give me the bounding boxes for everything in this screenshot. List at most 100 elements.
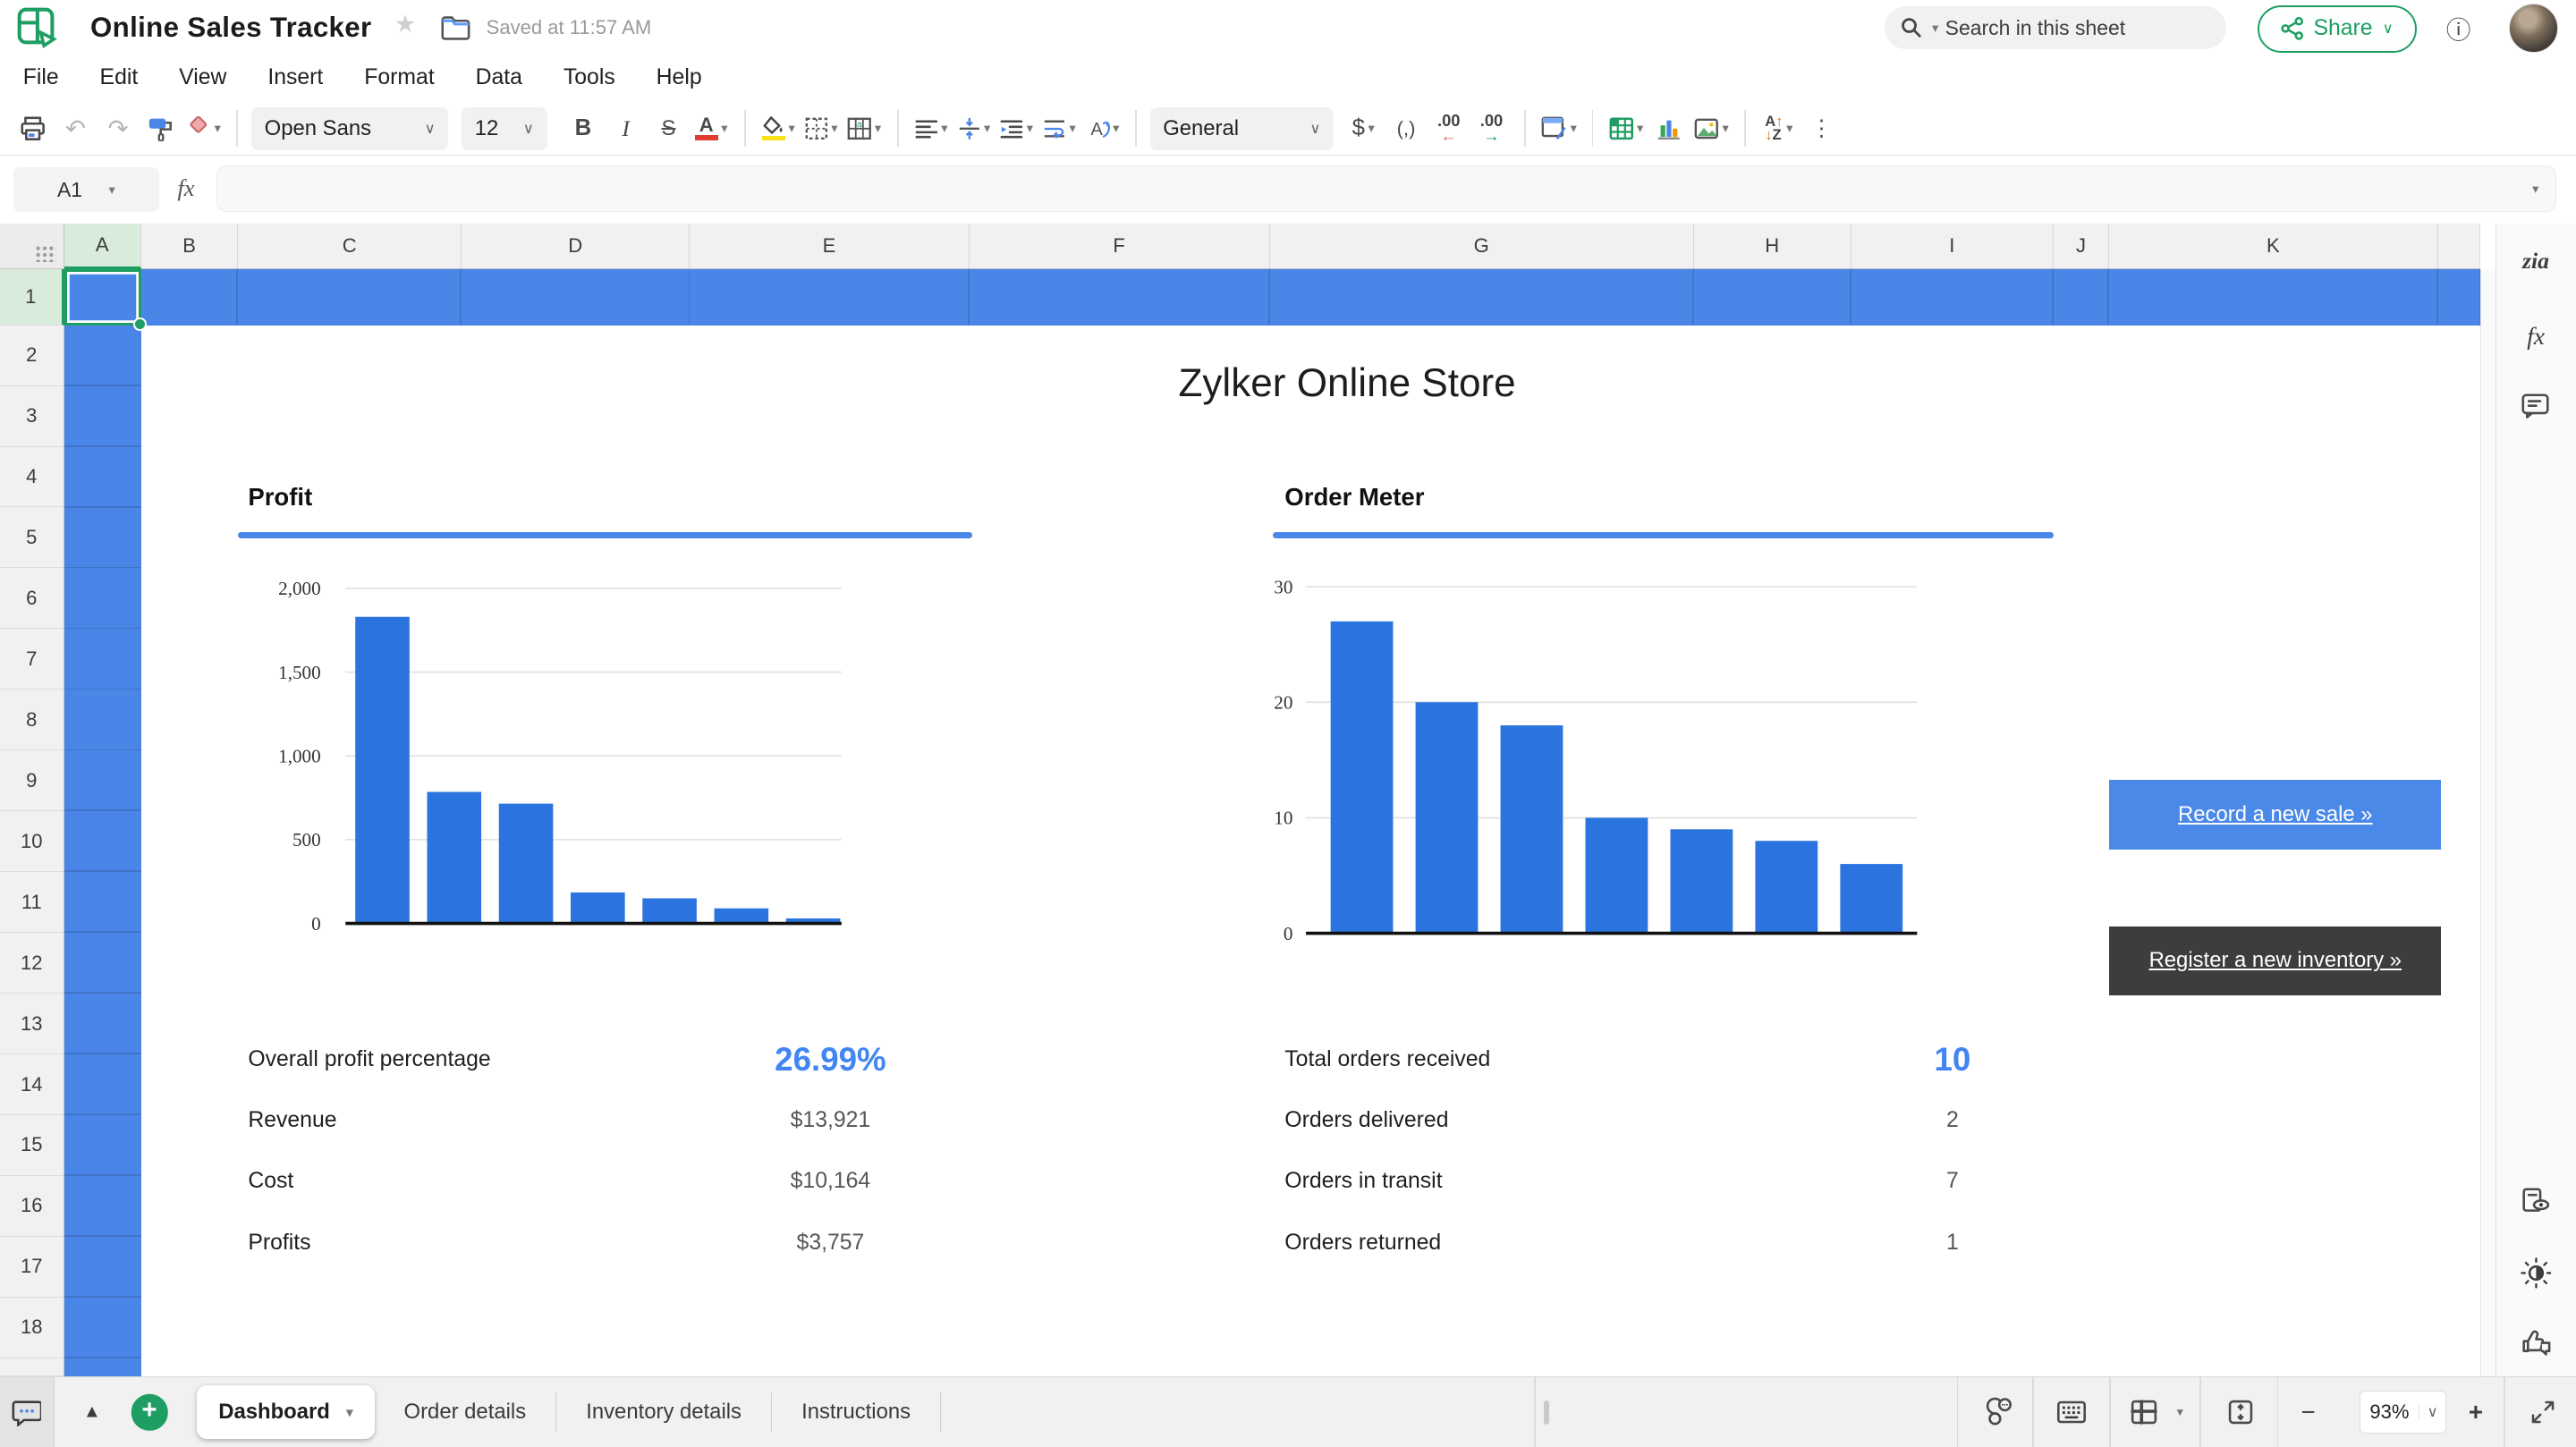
row-header-1[interactable]: 1	[0, 269, 64, 325]
sheet-tab-dashboard[interactable]: Dashboard▾	[197, 1385, 374, 1440]
insert-table-button[interactable]: ▾	[1606, 107, 1646, 150]
font-size-select[interactable]: 12∨	[462, 107, 547, 150]
borders-button[interactable]: ▾	[801, 107, 841, 150]
freeze-layout-button[interactable]	[2130, 1399, 2157, 1425]
menu-edit[interactable]: Edit	[100, 65, 139, 90]
zoom-in-button[interactable]: +	[2469, 1398, 2483, 1426]
row-header-12[interactable]: 12	[0, 933, 64, 994]
row-header-10[interactable]: 10	[0, 811, 64, 872]
decrease-decimal-button[interactable]: .00←	[1429, 107, 1469, 150]
menu-format[interactable]: Format	[364, 65, 434, 90]
zoom-out-button[interactable]: −	[2301, 1398, 2316, 1426]
freeze-layout-caret[interactable]: ▾	[2177, 1405, 2183, 1420]
more-toolbar-options-button[interactable]: ⋮	[1802, 107, 1842, 150]
fullscreen-button[interactable]	[2530, 1399, 2556, 1425]
select-all-corner[interactable]	[0, 224, 64, 269]
zoom-level-select[interactable]: 93% ∨	[2360, 1391, 2446, 1434]
indent-button[interactable]: ▾	[997, 107, 1037, 150]
row-header-7[interactable]: 7	[0, 629, 64, 690]
contrast-theme-icon[interactable]	[2516, 1253, 2555, 1292]
fit-to-screen-button[interactable]	[2228, 1399, 2254, 1425]
font-family-select[interactable]: Open Sans∨	[251, 107, 448, 150]
column-header-partial[interactable]	[2438, 224, 2481, 269]
favorite-star-icon[interactable]: ★	[394, 10, 417, 38]
folder-icon[interactable]	[440, 13, 473, 41]
increase-decimal-button[interactable]: .00→	[1471, 107, 1511, 150]
sheet-tab-order-details[interactable]: Order details	[375, 1392, 557, 1432]
text-wrap-button[interactable]: ▾	[1039, 107, 1079, 150]
cell-reference-box[interactable]: A1 ▾	[13, 167, 159, 212]
discussions-button[interactable]	[0, 1377, 55, 1447]
italic-button[interactable]: I	[606, 107, 646, 150]
column-header-G[interactable]: G	[1270, 224, 1694, 269]
sort-button[interactable]: A↑ ↓Z ▾	[1759, 107, 1799, 150]
fill-color-button[interactable]: ▾	[758, 107, 798, 150]
row-header-18[interactable]: 18	[0, 1298, 64, 1358]
sheet-tab-instructions[interactable]: Instructions	[772, 1392, 941, 1432]
virtual-keyboard-button[interactable]	[2057, 1400, 2087, 1424]
column-header-F[interactable]: F	[970, 224, 1270, 269]
formula-input[interactable]	[234, 176, 2529, 201]
sheet-search[interactable]: ▾	[1885, 6, 2226, 49]
menu-help[interactable]: Help	[657, 65, 702, 90]
column-header-J[interactable]: J	[2054, 224, 2109, 269]
column-header-C[interactable]: C	[238, 224, 462, 269]
row-header-2[interactable]: 2	[0, 326, 64, 386]
merge-cells-button[interactable]: a ▾	[844, 107, 884, 150]
text-color-button[interactable]: A ▾	[691, 107, 731, 150]
zia-assistant-icon[interactable]: zia	[2516, 241, 2555, 281]
row-header-9[interactable]: 9	[0, 750, 64, 811]
info-icon[interactable]: ⓘ	[2446, 10, 2471, 46]
row-header-partial[interactable]	[0, 1358, 64, 1376]
vertical-align-button[interactable]: ▾	[954, 107, 994, 150]
column-header-I[interactable]: I	[1852, 224, 2054, 269]
clear-format-button[interactable]: ▾	[184, 107, 224, 150]
menu-tools[interactable]: Tools	[564, 65, 615, 90]
bold-button[interactable]: B	[564, 107, 603, 150]
column-header-H[interactable]: H	[1694, 224, 1852, 269]
row-header-3[interactable]: 3	[0, 386, 64, 447]
row1-fill-band[interactable]	[64, 269, 2481, 325]
vertical-scrollbar[interactable]	[2480, 269, 2496, 1376]
comma-format-button[interactable]: (,)	[1386, 107, 1426, 150]
menu-file[interactable]: File	[23, 65, 59, 90]
feedback-icon[interactable]	[2516, 1323, 2555, 1362]
column-header-E[interactable]: E	[690, 224, 969, 269]
column-header-B[interactable]: B	[141, 224, 238, 269]
row-header-11[interactable]: 11	[0, 872, 64, 933]
paint-format-button[interactable]	[141, 107, 181, 150]
row-header-4[interactable]: 4	[0, 447, 64, 508]
sheet-tab-inventory-details[interactable]: Inventory details	[556, 1392, 772, 1432]
undo-button[interactable]: ↶	[55, 107, 95, 150]
conditional-format-button[interactable]: ▾	[1539, 107, 1579, 150]
row-header-6[interactable]: 6	[0, 568, 64, 629]
menu-insert[interactable]: Insert	[267, 65, 323, 90]
active-tab-caret[interactable]: ▾	[346, 1405, 352, 1420]
active-cell-selection[interactable]	[64, 269, 141, 325]
row-header-8[interactable]: 8	[0, 690, 64, 750]
fill-handle[interactable]	[133, 317, 147, 331]
menu-view[interactable]: View	[179, 65, 226, 90]
horizontal-align-button[interactable]: ▾	[911, 107, 951, 150]
row-header-5[interactable]: 5	[0, 507, 64, 568]
comments-icon[interactable]	[2516, 386, 2555, 426]
column-header-D[interactable]: D	[462, 224, 690, 269]
sheet-list-button[interactable]: ▲	[83, 1402, 101, 1423]
record-new-sale-button[interactable]: Record a new sale »	[2109, 780, 2441, 849]
columnA-fill-band[interactable]	[64, 269, 141, 1376]
search-input[interactable]	[1945, 16, 2175, 40]
add-sheet-button[interactable]: +	[131, 1394, 167, 1430]
text-rotate-button[interactable]: A ▾	[1082, 107, 1122, 150]
number-format-select[interactable]: General∨	[1150, 107, 1335, 150]
column-header-K[interactable]: K	[2109, 224, 2437, 269]
column-header-A[interactable]: A	[64, 224, 141, 269]
user-avatar[interactable]	[2509, 4, 2558, 53]
view-document-icon[interactable]	[2516, 1181, 2555, 1221]
search-options-caret[interactable]: ▾	[1932, 21, 1938, 36]
formula-bar-expand-caret[interactable]: ▾	[2532, 182, 2538, 197]
functions-icon[interactable]: fx	[2516, 317, 2555, 356]
strikethrough-button[interactable]: S	[648, 107, 688, 150]
presence-button[interactable]	[1984, 1397, 2015, 1428]
share-button[interactable]: Share ∨	[2258, 5, 2417, 53]
insert-chart-button[interactable]	[1649, 107, 1689, 150]
